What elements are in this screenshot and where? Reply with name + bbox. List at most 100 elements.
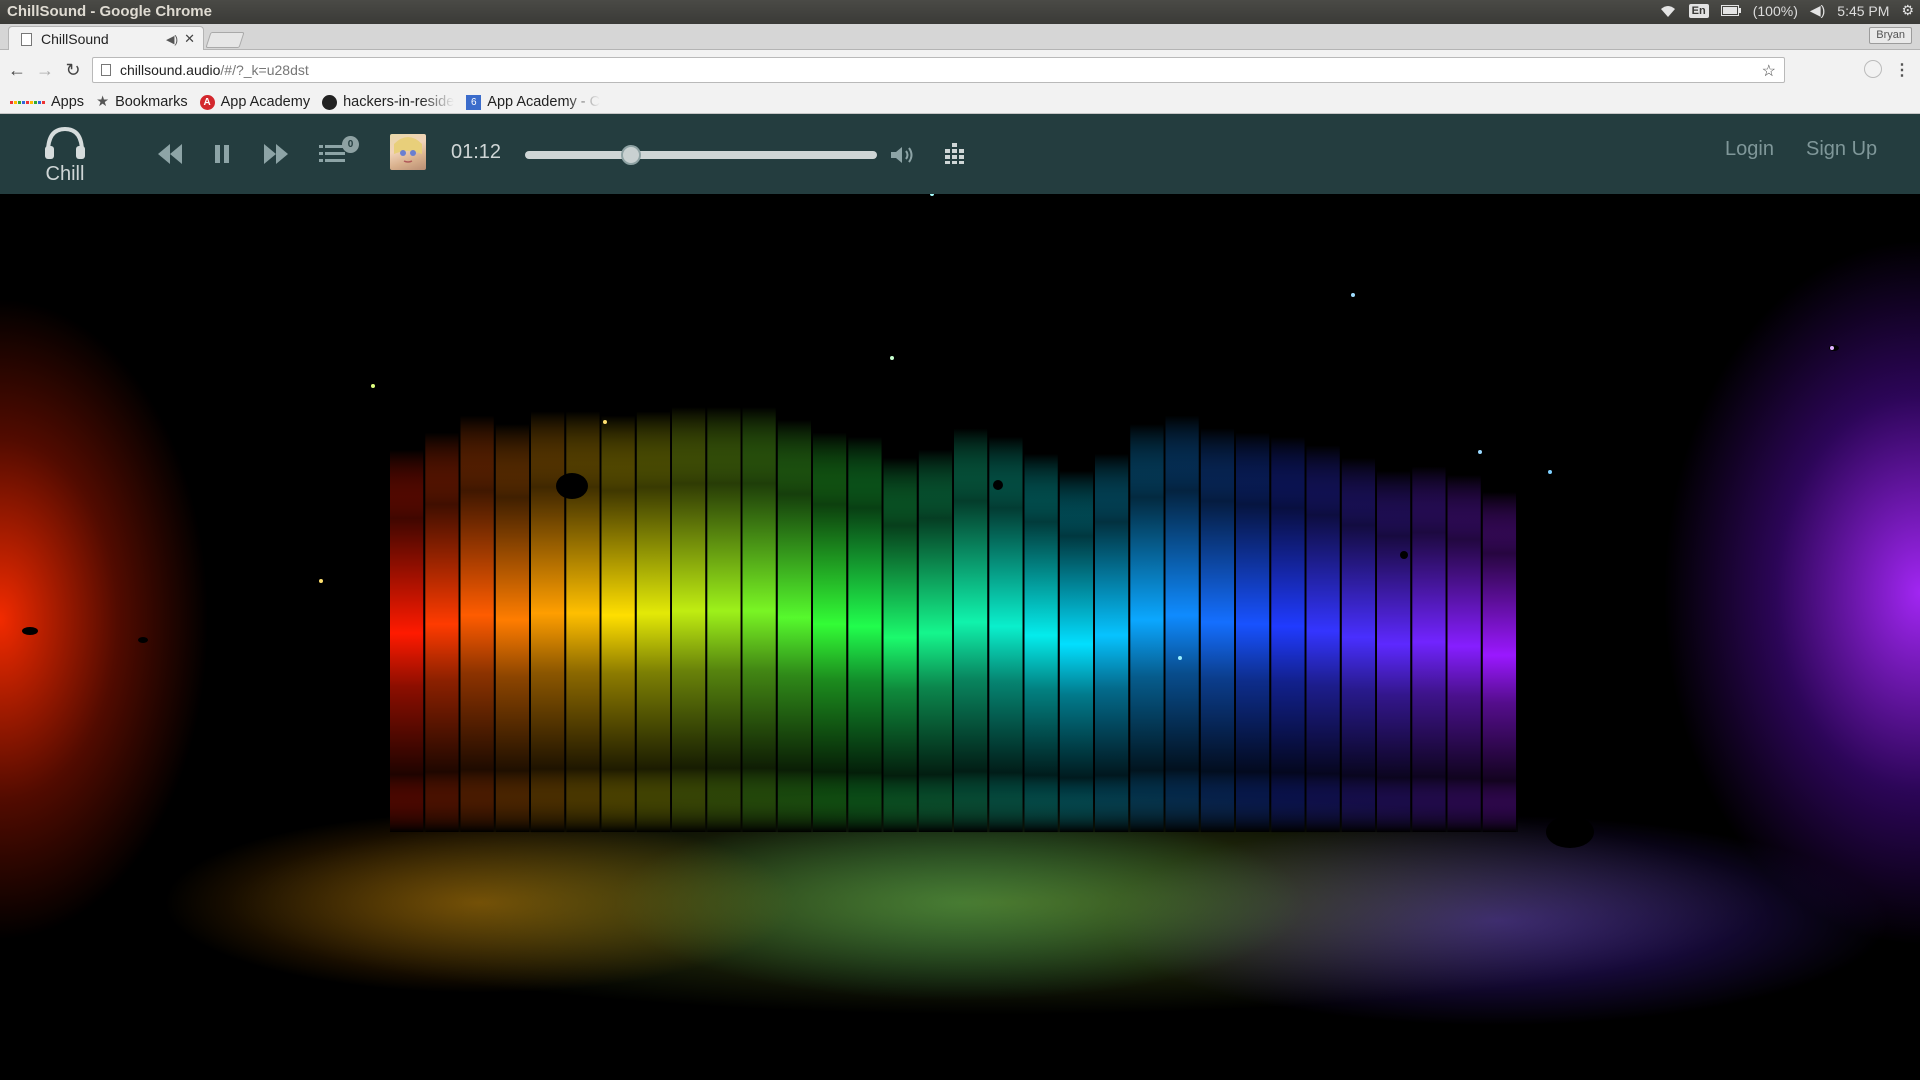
floating-particle — [22, 627, 38, 635]
volume-icon[interactable] — [888, 140, 918, 170]
url-path: /#/?_k=u28dst — [220, 62, 309, 78]
page-info-icon[interactable] — [101, 64, 111, 76]
floating-particle — [993, 480, 1003, 490]
visualizer-bar-edge — [529, 424, 531, 832]
visualizer-bar-edge — [670, 411, 672, 833]
visualizer-bar-edge — [740, 407, 743, 832]
pause-icon[interactable] — [210, 140, 234, 168]
visualizer-bar-edge — [599, 411, 602, 833]
apps-grid-icon — [10, 100, 45, 104]
visualizer-bar — [1095, 453, 1129, 833]
sparkle-particle — [1478, 450, 1482, 454]
bookmark-app-academy-c[interactable]: 6 App Academy - C — [466, 94, 600, 110]
login-link[interactable]: Login — [1725, 138, 1774, 161]
star-icon: ★ — [96, 94, 110, 110]
visualizer-bar-edge — [1375, 458, 1377, 832]
visualizer-bars — [22, 194, 1839, 848]
sparkle-particle — [371, 384, 375, 388]
bookmark-star-icon[interactable]: ☆ — [1762, 61, 1776, 81]
visualizer-bar-edge — [1057, 453, 1060, 833]
sparkle-particle — [1830, 346, 1834, 350]
bookmarks-bar: Apps ★ Bookmarks A App Academy hackers-i… — [0, 91, 1920, 114]
forward-arrow-icon[interactable]: → — [34, 59, 56, 81]
visualizer-bar-edge — [987, 428, 990, 833]
url-host: chillsound.audio — [120, 62, 221, 78]
visualizer-bar — [1377, 470, 1411, 833]
visualizer-bar-edge — [775, 407, 778, 832]
visualizer-bar — [1412, 466, 1446, 832]
previous-track-icon[interactable] — [156, 140, 184, 168]
progress-slider[interactable] — [525, 145, 877, 165]
visualizer-bar — [954, 428, 988, 833]
visualizer-bar-edge — [1339, 445, 1342, 833]
visualizer-bar-edge — [493, 415, 496, 832]
floating-particle — [556, 473, 588, 499]
system-tray: En (100%) ◀) 5:45 PM ⚙ — [1659, 2, 1914, 19]
visualizer-bar — [1165, 415, 1199, 832]
visualizer-bar — [1306, 445, 1340, 833]
visualizer-bar — [742, 407, 776, 832]
visualizer-bar — [460, 415, 494, 832]
bookmark-bookmarks[interactable]: ★ Bookmarks — [96, 94, 188, 110]
sparkle-particle — [1178, 656, 1182, 660]
visualizer-bar — [531, 411, 565, 833]
bookmark-label: App Academy — [220, 94, 311, 110]
visualizer-bar-edge — [1516, 492, 1518, 832]
visualizer-bar-edge — [846, 432, 849, 832]
visualizer-bar-edge — [1304, 436, 1307, 833]
bookmark-apps[interactable]: Apps — [10, 94, 84, 110]
visualizer-bar — [1024, 453, 1058, 833]
chill-logo[interactable]: Chill — [40, 126, 90, 186]
page-icon — [21, 32, 32, 46]
back-arrow-icon[interactable]: ← — [6, 59, 28, 81]
next-track-icon[interactable] — [262, 140, 290, 168]
sparkle-particle — [890, 356, 894, 360]
visualizer-bar-edge — [423, 449, 426, 832]
bookmark-label: App Academy - C — [487, 94, 601, 110]
reload-icon[interactable]: ↻ — [62, 59, 84, 81]
visualizer-bar — [1130, 424, 1164, 832]
visualizer-bar-edge — [1198, 415, 1201, 832]
visualizer-bar-edge — [811, 419, 813, 833]
visualizer-equalizer-icon[interactable] — [942, 140, 968, 166]
visualizer-bar — [495, 424, 530, 832]
visualizer-bar — [601, 415, 635, 832]
tab-chillsound[interactable]: ChillSound ◀) ✕ — [8, 26, 204, 51]
new-tab-button[interactable] — [205, 32, 245, 48]
visualizer-bar — [918, 449, 953, 832]
speaker-icon[interactable]: ◀) — [1810, 2, 1825, 19]
visualizer-bar-edge — [1128, 453, 1131, 833]
extension-icon[interactable] — [1864, 60, 1882, 78]
signup-link[interactable]: Sign Up — [1806, 138, 1877, 161]
visualizer-bar — [883, 458, 917, 832]
address-bar[interactable]: chillsound.audio/#/?_k=u28dst ☆ — [92, 57, 1785, 83]
bookmark-hackers-in-residence[interactable]: hackers-in-reside — [322, 94, 454, 110]
tab-strip: ChillSound ◀) ✕ Bryan — [0, 24, 1920, 51]
profile-button[interactable]: Bryan — [1869, 27, 1912, 44]
visualizer-bar — [813, 432, 847, 832]
tab-audio-icon[interactable]: ◀) — [166, 33, 178, 46]
audio-visualizer-canvas[interactable] — [0, 194, 1920, 1080]
album-art-thumbnail[interactable] — [390, 134, 426, 170]
visualizer-bar-edge — [1445, 466, 1448, 832]
visualizer-bar — [1271, 436, 1305, 833]
settings-gear-icon[interactable]: ⚙ — [1901, 2, 1914, 19]
progress-slider-handle[interactable] — [620, 145, 641, 165]
visualizer-bar — [777, 419, 812, 833]
chrome-menu-icon[interactable]: ⋮ — [1894, 60, 1910, 80]
floating-particle — [818, 366, 832, 380]
github-icon — [322, 94, 338, 110]
battery-percent: (100%) — [1752, 2, 1798, 19]
logo-label: Chill — [45, 163, 85, 185]
visualizer-bar — [1482, 492, 1517, 832]
visualizer-bar — [1236, 432, 1270, 832]
battery-icon[interactable] — [1720, 5, 1741, 16]
close-tab-icon[interactable]: ✕ — [184, 31, 195, 47]
clock[interactable]: 5:45 PM — [1837, 3, 1889, 19]
bookmark-app-academy[interactable]: A App Academy — [199, 94, 311, 110]
bookmark-label: Apps — [51, 94, 85, 110]
keyboard-language-indicator[interactable]: En — [1688, 3, 1709, 18]
wifi-icon[interactable] — [1659, 4, 1677, 18]
visualizer-bar — [707, 407, 741, 832]
app-academy-icon: A — [199, 94, 215, 110]
